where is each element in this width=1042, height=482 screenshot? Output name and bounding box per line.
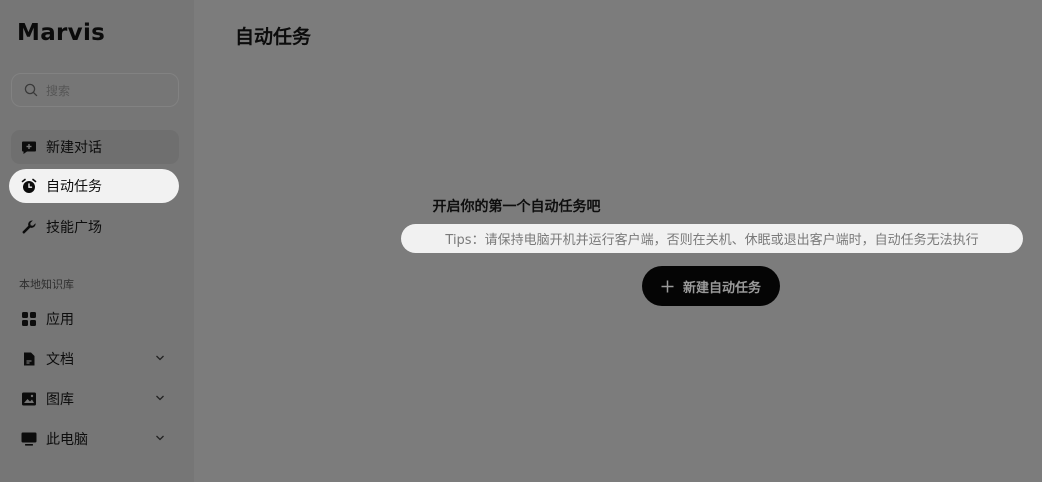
app-logo: Marvis	[17, 20, 106, 46]
search-icon	[24, 83, 38, 97]
app-window: Marvis 搜索 新建对话 自动任务 技能广场 本地知识库 应用 文档 图库 …	[0, 0, 1042, 482]
new-auto-task-button[interactable]: 新建自动任务	[642, 266, 780, 306]
page-title: 自动任务	[235, 26, 312, 48]
wrench-icon	[21, 219, 37, 235]
sidebar-item-label: 此电脑	[46, 432, 88, 448]
apps-grid-icon	[21, 311, 37, 327]
document-icon	[21, 351, 37, 367]
sidebar-item-gallery[interactable]: 图库	[11, 382, 179, 416]
sidebar-item-label: 图库	[46, 392, 74, 408]
sidebar-item-label: 自动任务	[46, 179, 102, 195]
sidebar-item-this-pc[interactable]: 此电脑	[11, 422, 179, 456]
chevron-down-icon[interactable]	[155, 433, 165, 443]
plus-icon	[661, 280, 674, 293]
alarm-clock-icon	[21, 178, 37, 194]
tips-banner: Tips：请保持电脑开机并运行客户端，否则在关机、休眠或退出客户端时，自动任务无…	[401, 224, 1023, 253]
chevron-down-icon[interactable]	[155, 353, 165, 363]
sidebar-item-new-chat[interactable]: 新建对话	[11, 130, 179, 164]
sidebar-item-label: 文档	[46, 352, 74, 368]
image-icon	[21, 391, 37, 407]
section-label-knowledge-base: 本地知识库	[19, 278, 74, 291]
chevron-down-icon[interactable]	[155, 393, 165, 403]
sidebar-item-label: 应用	[46, 312, 74, 328]
sidebar-item-apps[interactable]: 应用	[11, 302, 179, 336]
sidebar-item-label: 技能广场	[46, 220, 102, 236]
monitor-icon	[21, 431, 37, 447]
empty-state-title: 开启你的第一个自动任务吧	[432, 199, 601, 215]
sidebar-item-label: 新建对话	[46, 140, 102, 156]
sidebar: Marvis 搜索 新建对话 自动任务 技能广场 本地知识库 应用 文档 图库 …	[0, 0, 194, 482]
sidebar-item-documents[interactable]: 文档	[11, 342, 179, 376]
chat-plus-icon	[21, 139, 37, 155]
main-content: 自动任务 开启你的第一个自动任务吧 Tips：请保持电脑开机并运行客户端，否则在…	[194, 0, 1042, 482]
new-auto-task-label: 新建自动任务	[682, 280, 761, 296]
search-input[interactable]: 搜索	[11, 73, 179, 107]
search-placeholder: 搜索	[46, 83, 71, 98]
